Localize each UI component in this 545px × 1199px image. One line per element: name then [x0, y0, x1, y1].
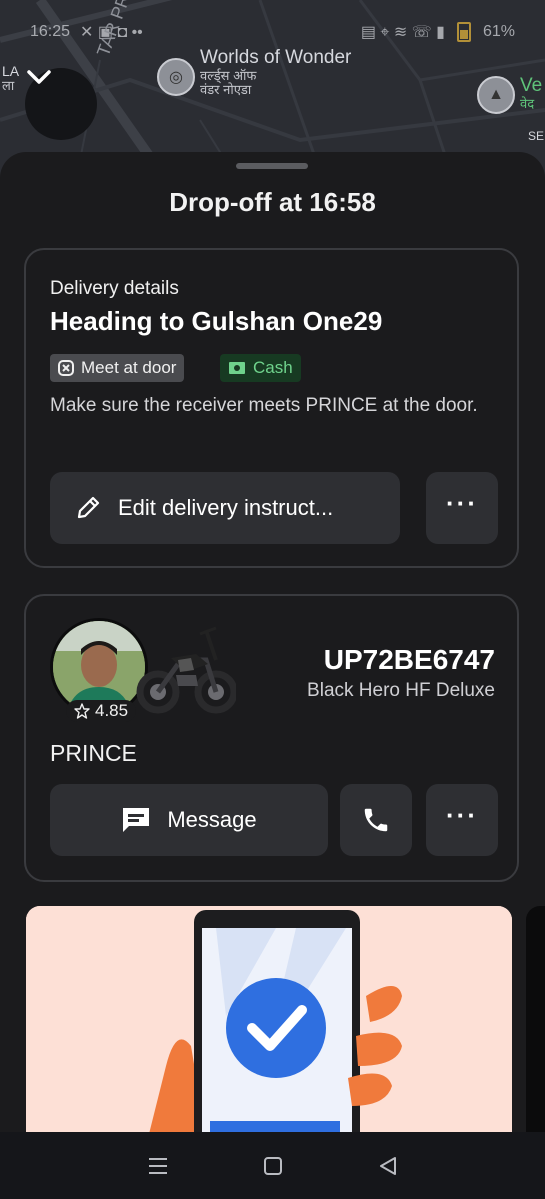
battery-icon: [456, 22, 471, 42]
cash-icon: [229, 362, 245, 374]
pencil-icon: [77, 496, 100, 519]
trip-bottom-sheet: Drop-off at 16:58 Delivery details Headi…: [0, 152, 545, 1146]
drag-handle[interactable]: [236, 163, 308, 169]
recent-apps-button[interactable]: [138, 1146, 178, 1186]
back-triangle-icon: [379, 1156, 396, 1175]
back-button[interactable]: [368, 1146, 408, 1186]
vehicle-plate: UP72BE6747: [323, 644, 495, 675]
cash-badge: Cash: [220, 354, 301, 382]
collapse-button[interactable]: [25, 68, 97, 140]
map-edge-label: LA ला: [2, 63, 20, 94]
edit-delivery-instructions-button[interactable]: Edit delivery instruct...: [50, 472, 400, 544]
dropoff-title: Drop-off at 16:58: [169, 187, 376, 217]
delivery-more-button[interactable]: ···: [426, 472, 498, 544]
status-time: 16:25: [30, 23, 71, 40]
system-nav-bar: [0, 1132, 545, 1199]
chevron-down-icon: [27, 70, 51, 84]
meet-at-door-badge: Meet at door: [50, 354, 185, 382]
driver-card: 4.85 UP72BE6747 Black Hero HF Deluxe PRI…: [24, 594, 519, 882]
promo-card[interactable]: [26, 906, 512, 1146]
more-horizontal-icon: ···: [446, 488, 478, 518]
more-horizontal-icon: ···: [446, 800, 478, 830]
message-icon: [123, 808, 150, 832]
delivery-details-card: Delivery details Heading to Gulshan One2…: [24, 248, 519, 568]
delivery-heading: Heading to Gulshan One29: [50, 306, 383, 336]
call-button[interactable]: [340, 784, 412, 856]
x-box-icon: [58, 360, 74, 376]
battery-level: 61%: [482, 23, 515, 40]
promo-card-next[interactable]: [526, 906, 545, 1146]
map-edge-label-right: SE: [528, 129, 545, 143]
driver-rating: 4.85: [66, 700, 137, 722]
phone-icon: [364, 808, 388, 832]
driver-more-button[interactable]: ···: [426, 784, 498, 856]
tree-pin-icon[interactable]: ▲: [477, 76, 515, 114]
signal-icons: ▤ ⌖ ≋ ☏ ▮: [360, 24, 445, 41]
message-button[interactable]: Message: [50, 784, 328, 856]
delivery-details-label: Delivery details: [50, 278, 179, 299]
phone-check-illustration: [26, 906, 512, 1146]
poi-pin-icon[interactable]: ◎: [157, 58, 195, 96]
home-square-icon: [263, 1156, 282, 1175]
delivery-description: Make sure the receiver meets PRINCE at t…: [50, 395, 478, 416]
poi-right[interactable]: Ve वेद: [520, 75, 542, 111]
star-icon: [74, 703, 90, 719]
home-button[interactable]: [253, 1146, 293, 1186]
menu-icon: [148, 1157, 167, 1174]
vehicle-model: Black Hero HF Deluxe: [307, 680, 495, 701]
motorcycle-image: [136, 626, 236, 714]
driver-name: PRINCE: [50, 740, 137, 766]
poi-worlds-of-wonder[interactable]: Worlds of Wonder वर्ल्ड्स ऑफ वंडर नोएडा: [200, 47, 351, 97]
